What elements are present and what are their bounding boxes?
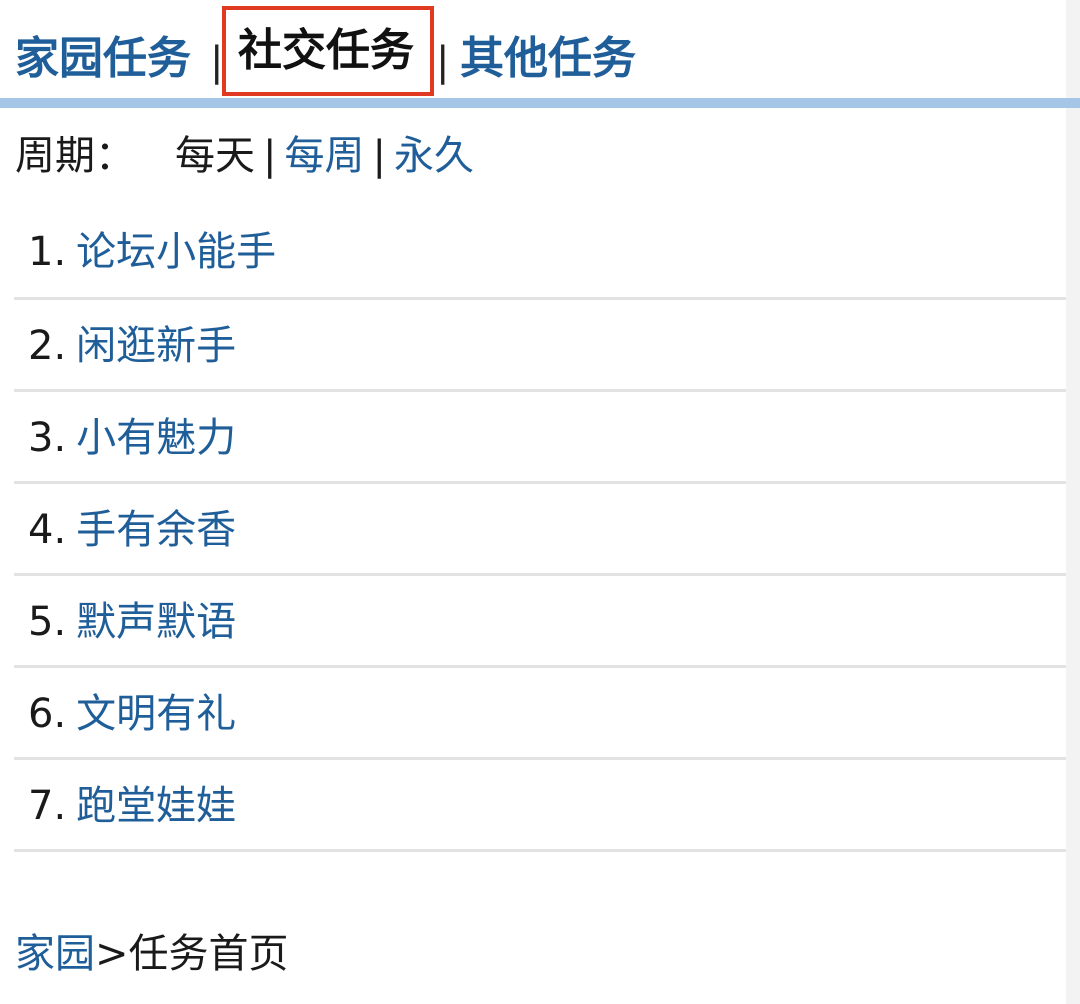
list-item: 1. 论坛小能手 [14,206,1066,300]
list-item: 6. 文明有礼 [14,668,1066,760]
task-number: 5. [28,599,67,645]
list-item: 2. 闲逛新手 [14,300,1066,392]
period-separator: | [263,133,277,179]
period-filter: 周期： 每天 | 每周 | 永久 [15,128,474,184]
tab-other-tasks[interactable]: 其他任务 [460,27,636,91]
tab-separator: | [436,39,450,85]
breadcrumb-home-link[interactable]: 家园 [15,931,95,977]
task-number: 7. [28,783,67,829]
scrollbar-track [1066,0,1080,1004]
task-link[interactable]: 跑堂娃娃 [76,783,236,829]
task-link[interactable]: 小有魅力 [76,415,236,461]
task-tab-bar: 家园任务 | 社交任务 | 其他任务 [0,0,1080,100]
task-number: 1. [28,229,67,275]
breadcrumb-current: >任务首页 [95,931,289,977]
period-permanent-link[interactable]: 永久 [394,133,474,179]
period-label: 周期： [15,133,135,179]
list-item: 5. 默声默语 [14,576,1066,668]
task-link[interactable]: 论坛小能手 [76,229,276,275]
task-list: 1. 论坛小能手 2. 闲逛新手 3. 小有魅力 4. 手有余香 5. 默声默语 6. 文明… [14,206,1066,852]
task-number: 6. [28,691,67,737]
task-link[interactable]: 默声默语 [76,599,236,645]
task-number: 4. [28,507,67,553]
tab-social-tasks[interactable]: 社交任务 [222,6,434,96]
task-link[interactable]: 闲逛新手 [76,323,236,369]
breadcrumb: 家园>任务首页 [15,924,289,984]
period-weekly-link[interactable]: 每周 [284,133,364,179]
task-link[interactable]: 手有余香 [76,507,236,553]
period-separator: | [372,133,386,179]
task-number: 2. [28,323,67,369]
list-item: 7. 跑堂娃娃 [14,760,1066,852]
period-daily-current: 每天 [175,133,255,179]
task-number: 3. [28,415,67,461]
list-item: 4. 手有余香 [14,484,1066,576]
task-link[interactable]: 文明有礼 [76,691,236,737]
list-item: 3. 小有魅力 [14,392,1066,484]
tab-underline [0,98,1080,108]
tab-home-tasks[interactable]: 家园任务 [15,27,191,91]
